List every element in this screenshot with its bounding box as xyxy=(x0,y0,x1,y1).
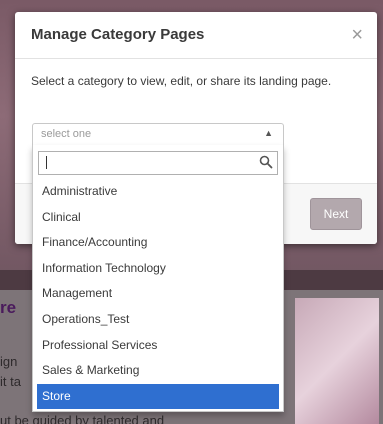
category-dropdown: Administrative Clinical Finance/Accounti… xyxy=(32,145,284,412)
option-operations-test[interactable]: Operations_Test xyxy=(37,307,279,333)
option-list: Administrative Clinical Finance/Accounti… xyxy=(37,179,279,410)
background-text-line: ign xyxy=(0,354,18,369)
option-management[interactable]: Management xyxy=(37,281,279,307)
search-icon xyxy=(259,155,273,169)
background-text-line: ut be guided by talented and xyxy=(0,413,165,424)
search-input[interactable] xyxy=(39,152,255,172)
background-text-line: it ta xyxy=(0,374,21,389)
background-heading: re xyxy=(0,298,17,317)
option-store[interactable]: Store xyxy=(37,383,279,410)
option-administrative[interactable]: Administrative xyxy=(37,179,279,205)
background-image xyxy=(295,298,379,424)
category-select[interactable]: select one ▲ xyxy=(32,123,284,146)
next-button[interactable]: Next xyxy=(310,198,362,230)
dialog-title: Manage Category Pages xyxy=(31,26,205,43)
dialog-description: Select a category to view, edit, or shar… xyxy=(31,74,332,88)
select-current-value: select one xyxy=(41,128,92,140)
dialog-header: Manage Category Pages × xyxy=(15,12,377,59)
option-professional-services[interactable]: Professional Services xyxy=(37,333,279,359)
search-field[interactable] xyxy=(38,151,278,175)
option-sales-marketing[interactable]: Sales & Marketing xyxy=(37,358,279,384)
chevron-up-icon: ▲ xyxy=(264,128,273,138)
text-cursor xyxy=(46,156,47,169)
close-icon[interactable]: × xyxy=(351,25,363,45)
option-clinical[interactable]: Clinical xyxy=(37,205,279,231)
option-finance-accounting[interactable]: Finance/Accounting xyxy=(37,230,279,256)
option-information-technology[interactable]: Information Technology xyxy=(37,256,279,282)
